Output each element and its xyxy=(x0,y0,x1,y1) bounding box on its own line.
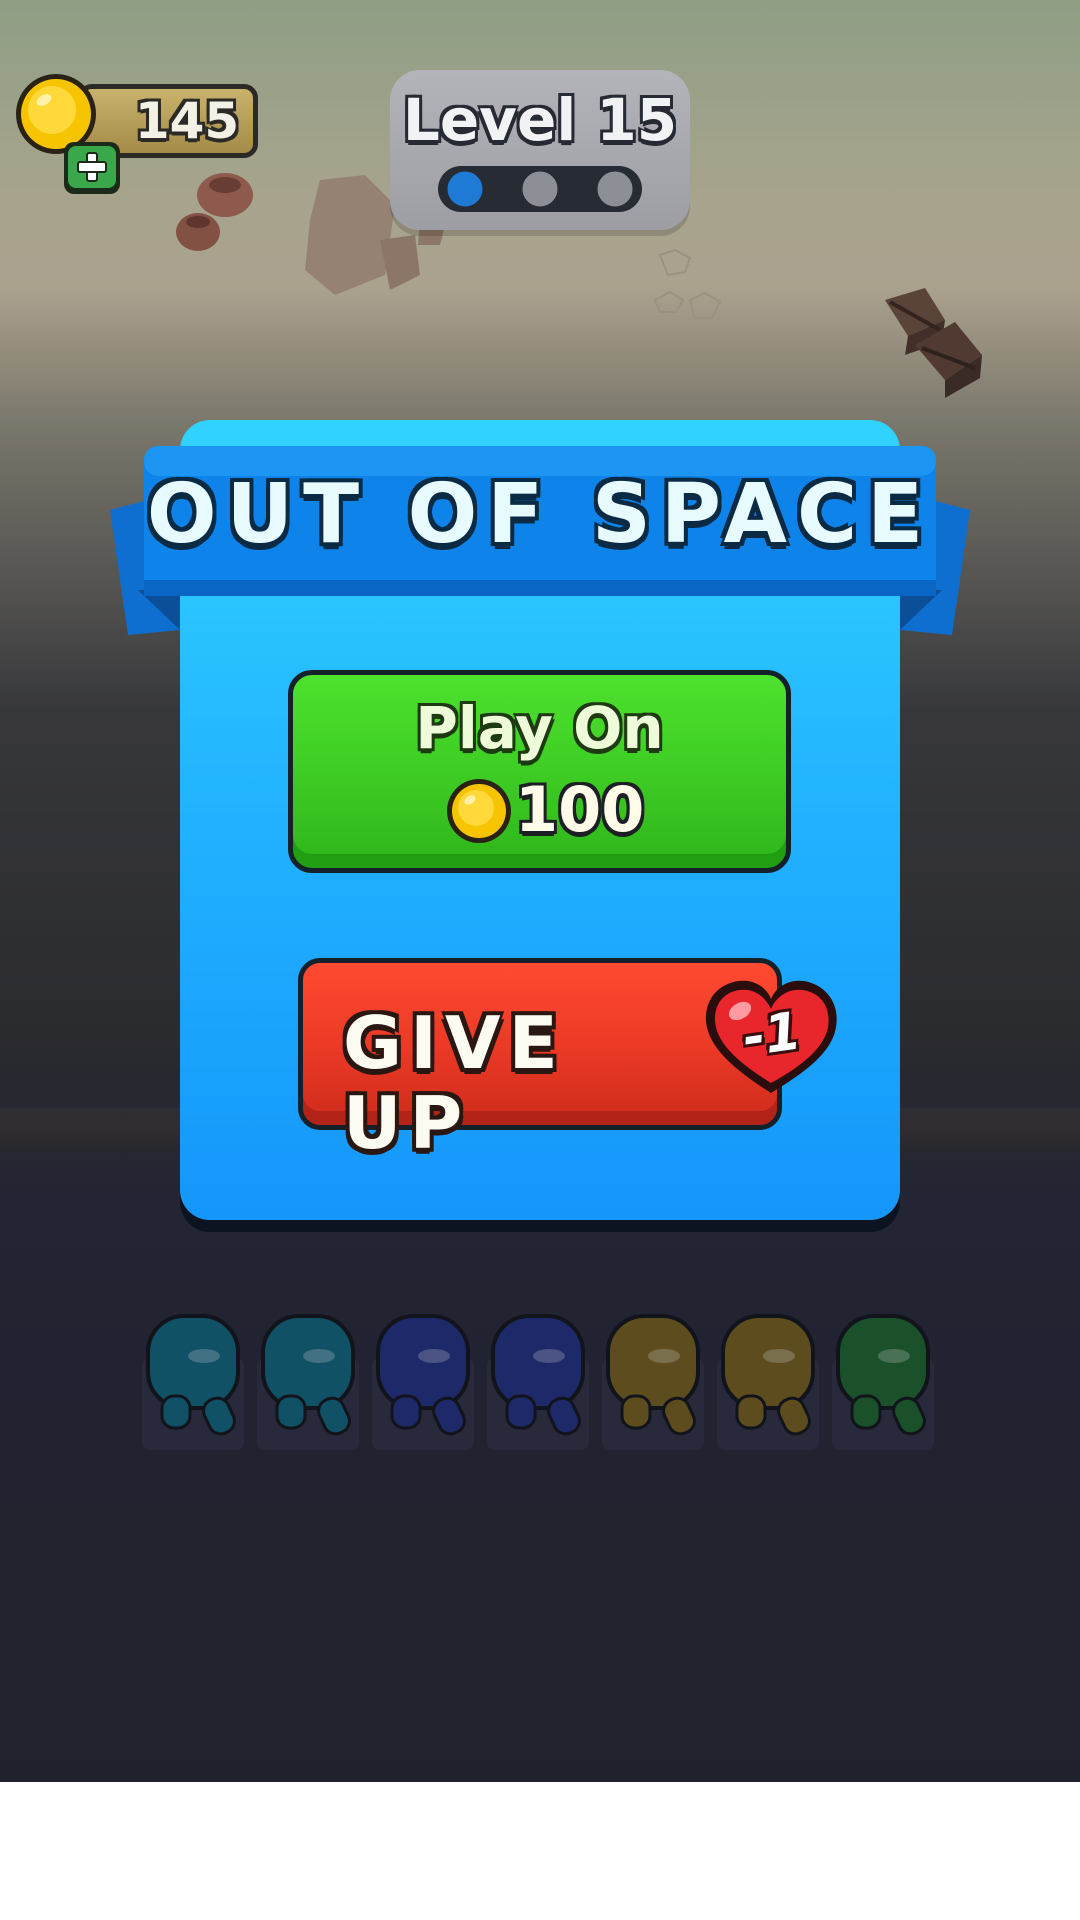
play-on-button[interactable]: Play On 100 xyxy=(288,670,791,873)
coin-amount: 145 xyxy=(134,92,240,150)
give-up-label: GIVE UP xyxy=(343,1001,566,1165)
level-title: Level 15 xyxy=(402,86,678,154)
coin-icon xyxy=(447,779,511,843)
play-on-label: Play On xyxy=(415,694,664,762)
progress-dot-complete xyxy=(444,168,486,210)
progress-dot-pending xyxy=(519,168,561,210)
dialog-title: OUT OF SPACE xyxy=(146,467,934,562)
play-on-cost: 100 xyxy=(515,773,645,846)
level-progress-track xyxy=(438,166,642,212)
add-coins-button[interactable] xyxy=(62,140,122,196)
progress-dot-pending xyxy=(594,168,636,210)
life-cost: -1 xyxy=(739,1001,805,1069)
